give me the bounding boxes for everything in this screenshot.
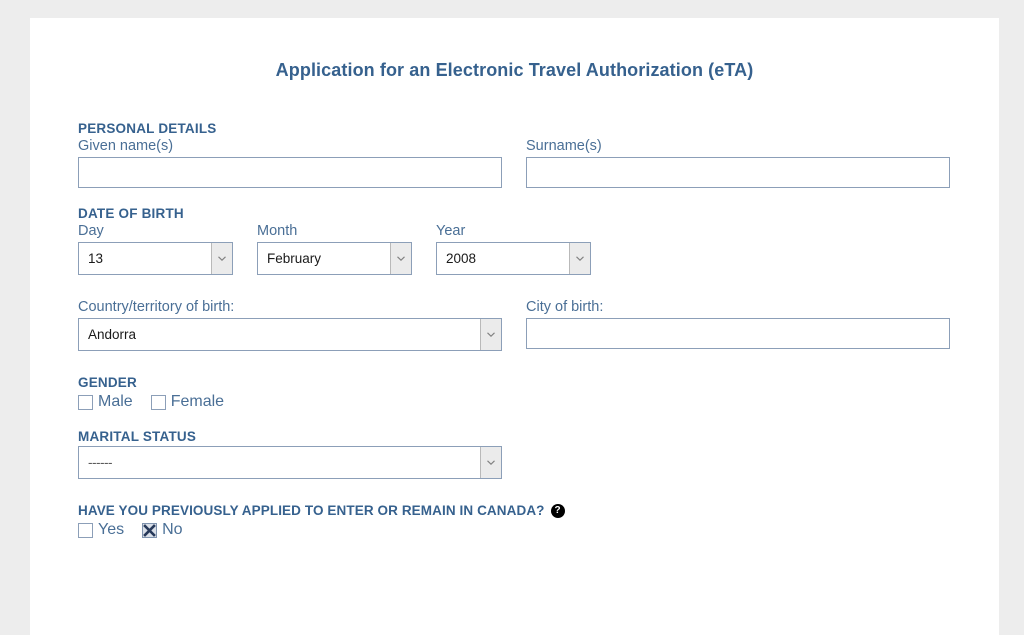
chevron-down-icon — [487, 460, 495, 465]
dob-year-group: Year 2008 — [436, 223, 591, 275]
dob-day-dropdown-button[interactable] — [211, 243, 232, 274]
surname-input[interactable] — [526, 157, 950, 188]
dob-month-label: Month — [257, 223, 298, 239]
form-panel: Application for an Electronic Travel Aut… — [30, 18, 999, 635]
city-of-birth-group: City of birth: — [526, 299, 950, 351]
section-heading-gender: GENDER — [78, 375, 137, 390]
previous-application-yes-label: Yes — [98, 521, 125, 538]
gender-option-male[interactable]: Male — [78, 393, 133, 411]
section-heading-personal-details: PERSONAL DETAILS — [78, 121, 217, 136]
surname-label: Surname(s) — [526, 138, 602, 154]
country-of-birth-value: Andorra — [88, 327, 137, 342]
chevron-down-icon — [397, 256, 405, 261]
previous-application-question-line: HAVE YOU PREVIOUSLY APPLIED TO ENTER OR … — [78, 503, 977, 518]
country-of-birth-label: Country/territory of birth: — [78, 299, 235, 315]
form-body: PERSONAL DETAILS Given name(s) Surname(s… — [78, 121, 977, 539]
name-row: Given name(s) Surname(s) — [78, 138, 977, 188]
city-of-birth-label: City of birth: — [526, 299, 604, 315]
dob-month-value: February — [267, 251, 322, 266]
previous-application-options: Yes No — [78, 521, 977, 539]
dob-year-label: Year — [436, 223, 466, 239]
chevron-down-icon — [576, 256, 584, 261]
chevron-down-icon — [218, 256, 226, 261]
country-of-birth-select[interactable]: Andorra — [78, 318, 502, 351]
gender-male-label: Male — [98, 393, 133, 410]
checkmark-x-icon — [143, 523, 156, 537]
dob-month-group: Month February — [257, 223, 412, 275]
date-of-birth-row: Day 13 Month February Year 2008 — [78, 223, 977, 275]
dob-year-dropdown-button[interactable] — [569, 243, 590, 274]
given-name-input[interactable] — [78, 157, 502, 188]
marital-status-value: ------ — [88, 455, 112, 470]
help-icon[interactable]: ? — [550, 503, 565, 518]
dob-month-select[interactable]: February — [257, 242, 412, 275]
dob-day-value: 13 — [88, 251, 104, 266]
previous-application-no-checkbox[interactable] — [142, 522, 158, 538]
marital-status-dropdown-button[interactable] — [480, 447, 501, 478]
gender-option-female[interactable]: Female — [150, 393, 225, 411]
gender-female-checkbox[interactable] — [150, 394, 166, 410]
dob-year-value: 2008 — [446, 251, 477, 266]
dob-day-select[interactable]: 13 — [78, 242, 233, 275]
previous-application-option-yes[interactable]: Yes — [78, 521, 124, 539]
marital-status-select[interactable]: ------ — [78, 446, 502, 479]
dob-month-dropdown-button[interactable] — [390, 243, 411, 274]
given-name-label: Given name(s) — [78, 138, 174, 154]
previous-application-no-label: No — [162, 521, 183, 538]
dob-day-group: Day 13 — [78, 223, 233, 275]
country-of-birth-dropdown-button[interactable] — [480, 319, 501, 350]
section-heading-date-of-birth: DATE OF BIRTH — [78, 206, 184, 221]
gender-female-label: Female — [170, 393, 225, 410]
city-of-birth-input[interactable] — [526, 318, 950, 349]
gender-options: Male Female — [78, 393, 977, 411]
surname-group: Surname(s) — [526, 138, 950, 188]
dob-day-label: Day — [78, 223, 104, 239]
given-name-group: Given name(s) — [78, 138, 502, 188]
dob-year-select[interactable]: 2008 — [436, 242, 591, 275]
country-of-birth-group: Country/territory of birth: Andorra — [78, 299, 502, 351]
section-heading-marital-status: MARITAL STATUS — [78, 429, 197, 444]
previous-application-option-no[interactable]: No — [142, 521, 183, 539]
gender-male-checkbox[interactable] — [78, 394, 93, 410]
previous-application-yes-checkbox[interactable] — [78, 522, 93, 538]
page-title: Application for an Electronic Travel Aut… — [275, 60, 754, 80]
chevron-down-icon — [487, 332, 495, 337]
birthplace-row: Country/territory of birth: Andorra City… — [78, 299, 977, 351]
previous-application-question: HAVE YOU PREVIOUSLY APPLIED TO ENTER OR … — [78, 503, 545, 518]
